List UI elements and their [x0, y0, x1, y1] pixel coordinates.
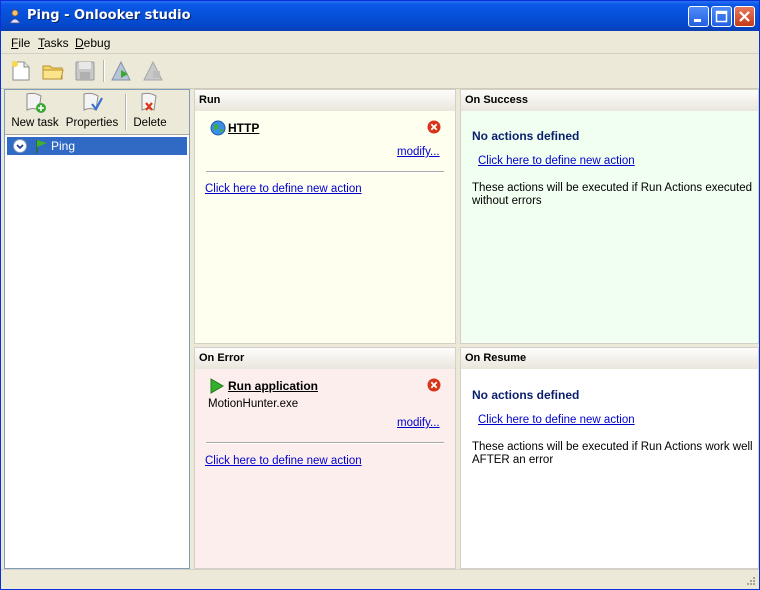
collapse-icon[interactable]	[12, 138, 28, 154]
on-error-divider	[206, 442, 444, 444]
on-resume-define-action-link[interactable]: Click here to define new action	[478, 414, 635, 426]
on-success-no-actions: No actions defined	[472, 129, 580, 143]
toolbar	[1, 54, 759, 89]
run-define-action-link[interactable]: Click here to define new action	[205, 183, 362, 195]
task-toolbar-separator	[125, 94, 127, 130]
flag-icon	[36, 140, 47, 153]
delete-icon	[141, 92, 157, 111]
menu-bar: File Tasks Debug	[1, 31, 759, 54]
on-error-modify-link[interactable]: modify...	[397, 417, 440, 429]
open-folder-icon[interactable]	[41, 59, 65, 83]
on-success-panel: On Success No actions defined Click here…	[460, 89, 759, 344]
properties-label: Properties	[65, 117, 119, 129]
play-icon	[210, 378, 224, 394]
new-task-button[interactable]: New task	[9, 92, 61, 132]
save-icon[interactable]	[73, 59, 97, 83]
on-error-action-detail: MotionHunter.exe	[208, 398, 299, 410]
menu-file[interactable]: File	[11, 36, 30, 50]
minimize-icon	[694, 19, 701, 22]
run-modify-link[interactable]: modify...	[397, 146, 440, 158]
maximize-button[interactable]	[711, 6, 732, 27]
close-icon	[739, 11, 750, 22]
new-task-icon	[26, 92, 46, 113]
menu-debug[interactable]: Debug	[75, 36, 110, 50]
run-panel: Run HTTP modify... Click here to define …	[194, 89, 456, 344]
on-success-description-line1: These actions will be executed if Run Ac…	[472, 182, 752, 194]
new-document-icon[interactable]	[9, 59, 33, 83]
status-bar	[1, 569, 759, 589]
run-action-title[interactable]: HTTP	[228, 121, 259, 135]
on-success-description-line2: without errors	[472, 195, 542, 207]
on-error-action-title[interactable]: Run application	[228, 379, 318, 393]
on-resume-no-actions: No actions defined	[472, 388, 580, 402]
on-success-body: No actions defined Click here to define …	[461, 111, 758, 343]
minimize-button[interactable]	[688, 6, 709, 27]
task-toolbar: New task Properties Delete	[5, 90, 189, 135]
globe-icon	[210, 120, 226, 136]
remove-action-icon[interactable]	[427, 378, 441, 392]
on-success-header: On Success	[461, 90, 758, 112]
tree-item-label: Ping	[51, 139, 76, 153]
close-button[interactable]	[734, 6, 755, 27]
toolbar-separator	[103, 60, 105, 82]
resize-grip-icon[interactable]	[744, 576, 756, 588]
run-divider	[206, 171, 444, 173]
on-error-body: Run application MotionHunter.exe modify.…	[195, 369, 455, 568]
maximize-icon	[715, 10, 728, 23]
on-error-panel: On Error Run application MotionHunter.ex…	[194, 347, 456, 569]
delete-button[interactable]: Delete	[129, 92, 171, 132]
tree-item-ping[interactable]: Ping	[7, 137, 187, 155]
on-resume-header: On Resume	[461, 348, 758, 370]
app-icon	[9, 9, 21, 24]
on-error-header: On Error	[195, 348, 455, 370]
run-panel-header: Run	[195, 90, 455, 112]
properties-button[interactable]: Properties	[63, 92, 121, 132]
task-sidebar: New task Properties Delete Ping	[4, 89, 190, 569]
run-panel-title: Run	[199, 94, 221, 106]
new-task-label: New task	[11, 117, 59, 129]
delete-label: Delete	[133, 117, 167, 129]
app-window: Ping - Onlooker studio File Tasks Debug	[0, 0, 760, 590]
on-resume-description-line2: AFTER an error	[472, 454, 554, 466]
on-error-title: On Error	[199, 352, 245, 364]
on-success-title: On Success	[465, 94, 528, 106]
remove-action-icon[interactable]	[427, 120, 441, 134]
title-bar[interactable]: Ping - Onlooker studio	[1, 1, 759, 31]
on-resume-panel: On Resume No actions defined Click here …	[460, 347, 759, 569]
on-error-define-action-link[interactable]: Click here to define new action	[205, 455, 362, 467]
on-resume-title: On Resume	[465, 352, 527, 364]
window-title: Ping - Onlooker studio	[27, 8, 191, 23]
stop-task-icon[interactable]	[141, 59, 165, 83]
on-success-define-action-link[interactable]: Click here to define new action	[478, 155, 635, 167]
on-resume-description-line1: These actions will be executed if Run Ac…	[472, 441, 753, 453]
properties-icon	[83, 92, 103, 111]
menu-tasks[interactable]: Tasks	[38, 36, 69, 50]
on-resume-body: No actions defined Click here to define …	[461, 369, 758, 568]
run-panel-body: HTTP modify... Click here to define new …	[195, 111, 455, 343]
run-task-icon[interactable]	[109, 59, 133, 83]
